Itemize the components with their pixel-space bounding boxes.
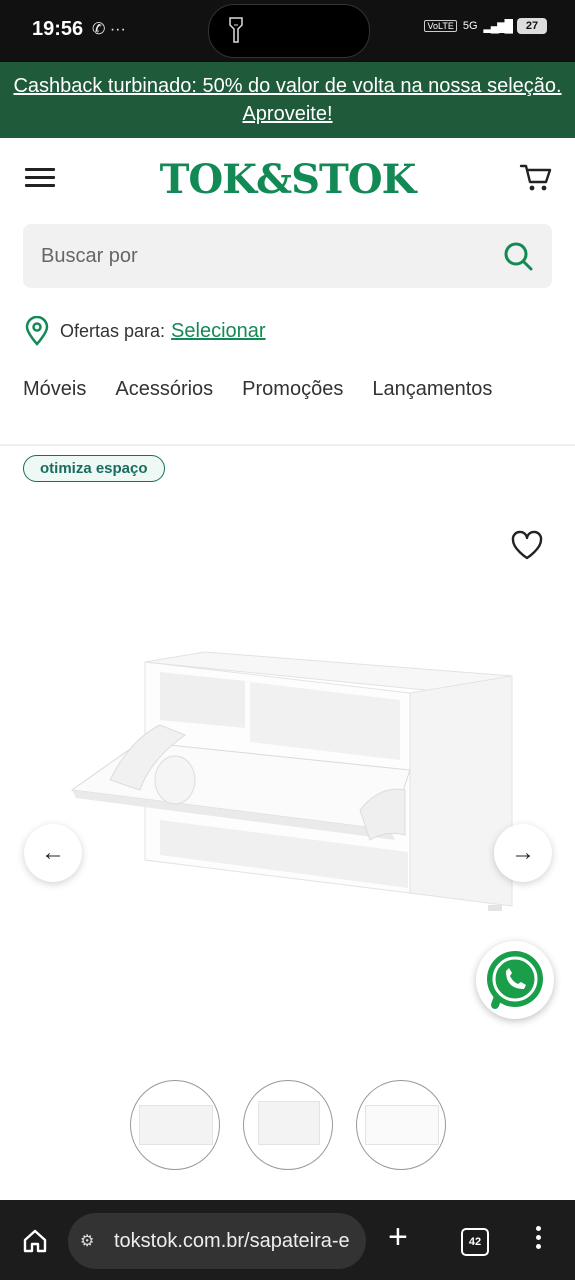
more-menu-icon[interactable] — [536, 1226, 542, 1253]
site-settings-icon[interactable]: ⚙ — [80, 1231, 94, 1251]
next-image-button[interactable]: → — [494, 824, 552, 882]
tab-switcher-icon[interactable]: 42 — [461, 1228, 489, 1256]
browser-toolbar: ⚙ tokstok.com.br/sapateira-e + 42 — [0, 1200, 575, 1280]
prev-image-button[interactable]: ← — [24, 824, 82, 882]
thumbnail-2[interactable] — [243, 1080, 333, 1170]
url-text[interactable]: tokstok.com.br/sapateira-e — [114, 1230, 358, 1253]
thumbnail-3[interactable] — [356, 1080, 446, 1170]
thumbnail-1[interactable] — [130, 1080, 220, 1170]
home-icon[interactable] — [22, 1228, 48, 1254]
address-bar[interactable]: ⚙ tokstok.com.br/sapateira-e — [68, 1213, 366, 1269]
whatsapp-icon[interactable] — [476, 941, 554, 1019]
product-image[interactable] — [0, 0, 575, 1000]
whatsapp-button[interactable] — [476, 941, 554, 1019]
new-tab-icon[interactable]: + — [388, 1218, 408, 1257]
